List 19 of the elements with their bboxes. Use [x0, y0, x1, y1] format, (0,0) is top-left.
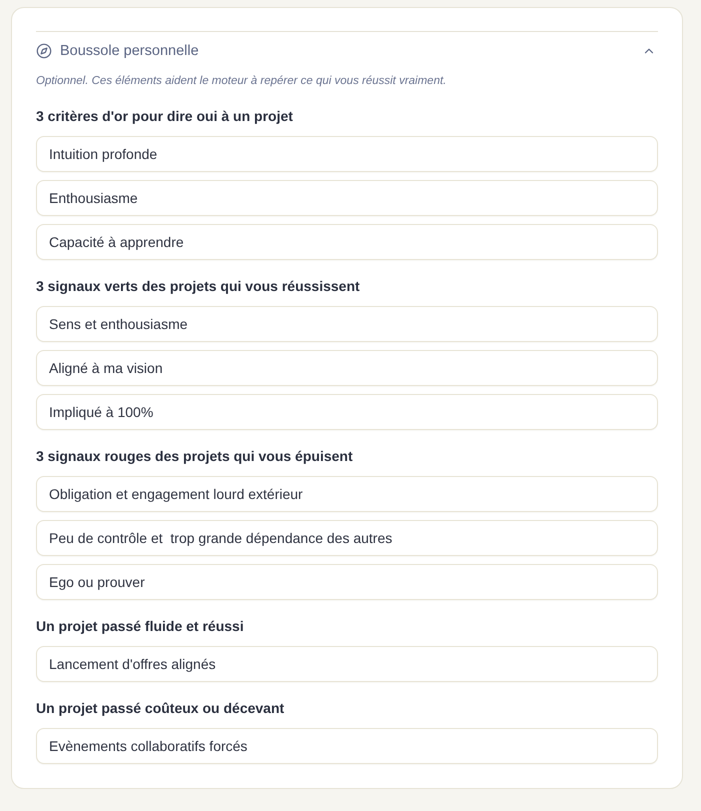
- section-title: Boussole personnelle: [60, 43, 200, 59]
- field-label: 3 signaux rouges des projets qui vous épuisent: [36, 447, 354, 466]
- text-field[interactable]: Enthousiasme: [36, 180, 658, 216]
- field-label: Un projet passé coûteux ou décevant: [36, 699, 286, 718]
- text-field[interactable]: Lancement d'offres alignés: [36, 646, 658, 682]
- field-label: 3 signaux verts des projets qui vous réussissent: [36, 277, 361, 296]
- text-field[interactable]: Sens et enthousiasme: [36, 306, 658, 342]
- text-field[interactable]: Obligation et engagement lourd extérieur: [36, 476, 658, 512]
- text-field[interactable]: Peu de contrôle et trop grande dépendance des autres: [36, 520, 658, 556]
- field-label: 3 critères d'or pour dire oui à un projet: [36, 107, 294, 126]
- text-field[interactable]: Ego ou prouver: [36, 564, 658, 600]
- text-field[interactable]: Capacité à apprendre: [36, 224, 658, 260]
- text-field[interactable]: Impliqué à 100%: [36, 394, 658, 430]
- text-field[interactable]: Aligné à ma vision: [36, 350, 658, 386]
- hint-text: Optionnel. Ces éléments aident le moteur à repérer ce qui vous réussit vraiment.: [36, 74, 448, 89]
- compass-icon: [36, 43, 52, 59]
- field-label: Un projet passé fluide et réussi: [36, 617, 245, 636]
- text-field[interactable]: Intuition profonde: [36, 136, 658, 172]
- text-field[interactable]: Evènements collaboratifs forcés: [36, 728, 658, 764]
